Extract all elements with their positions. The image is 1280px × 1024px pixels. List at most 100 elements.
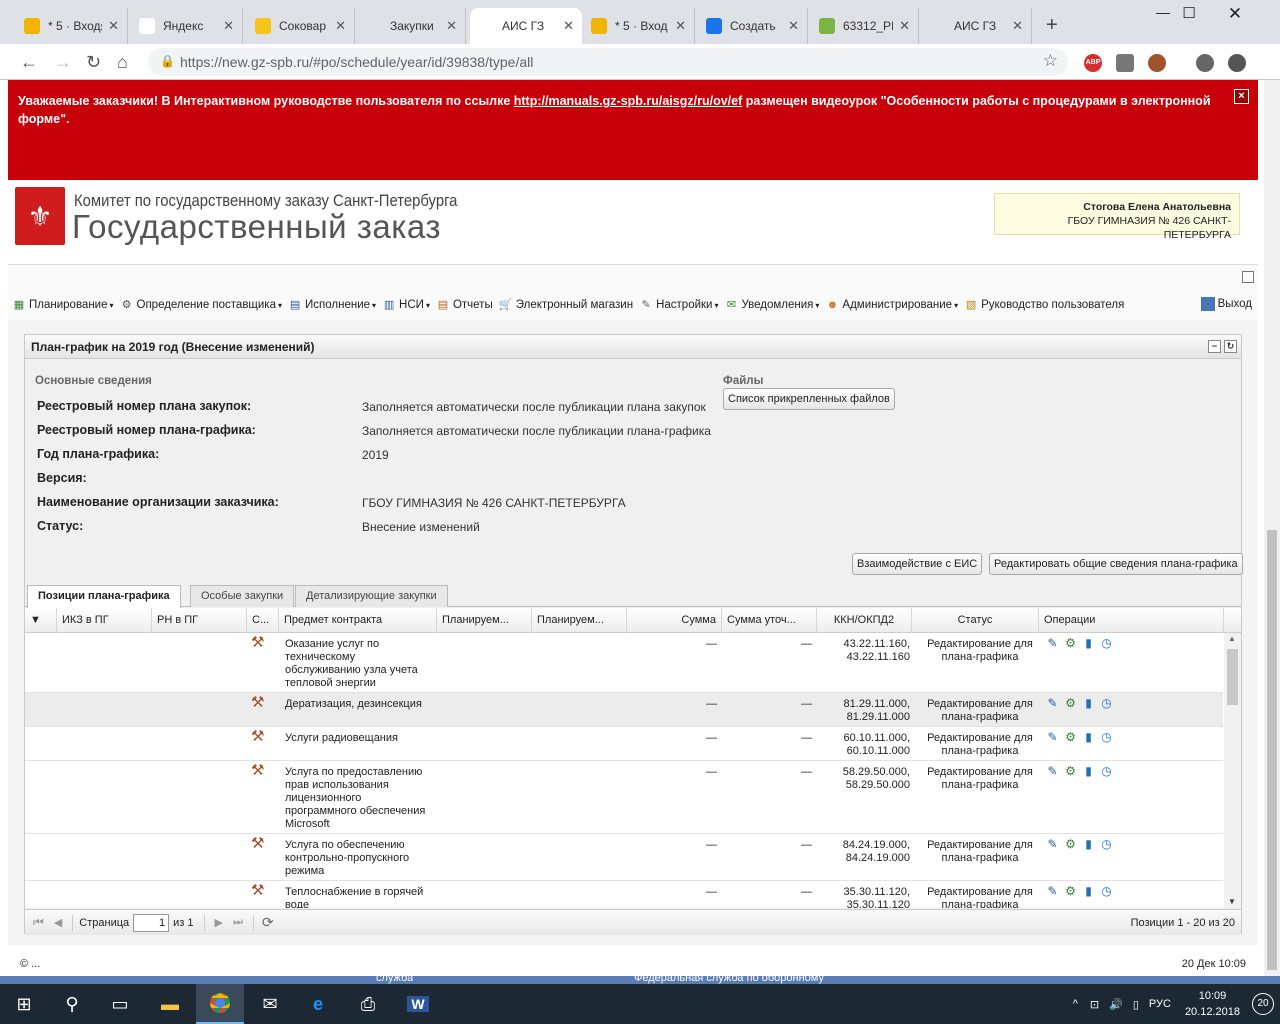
adblock-icon[interactable]: ABP — [1084, 54, 1102, 72]
volume-icon[interactable]: 🔊 — [1109, 998, 1123, 1011]
address-bar[interactable]: 🔒 https://new.gz-spb.ru/#po/schedule/yea… — [148, 48, 1068, 76]
chart-icon[interactable]: ▮ — [1081, 730, 1096, 745]
maximize-button[interactable]: ☐ — [1166, 4, 1212, 22]
edit-pencil-icon[interactable]: ✎ — [1045, 696, 1060, 711]
reload-icon[interactable]: ↻ — [86, 52, 101, 73]
printer-icon[interactable]: ⎙ — [344, 984, 392, 1024]
page-scrollbar[interactable] — [1264, 80, 1280, 984]
edit-pencil-icon[interactable]: ✎ — [1045, 884, 1060, 899]
edit-pencil-icon[interactable]: ✎ — [1045, 636, 1060, 651]
close-tab-icon[interactable]: ✕ — [788, 18, 799, 34]
chart-icon[interactable]: ▮ — [1081, 696, 1096, 711]
column-header[interactable]: Планируем... — [437, 608, 532, 633]
table-row[interactable]: ⚒ Дератизация, дезинсекция — — 81.29.11.000,… — [25, 693, 1223, 727]
table-row[interactable]: ⚒ Оказание услуг по техническому обслужив… — [25, 633, 1223, 693]
column-header[interactable]: Планируем... — [532, 608, 627, 633]
filter-icon[interactable]: ▼ — [25, 608, 57, 633]
browser-tab[interactable]: 63312_РІ ✕ — [811, 8, 919, 44]
network-icon[interactable]: ⊡ — [1090, 998, 1099, 1011]
column-header[interactable]: ККН/ОКПД2 — [817, 608, 912, 633]
chart-icon[interactable]: ▮ — [1081, 636, 1096, 651]
panel-collapse-icon[interactable]: − — [1208, 340, 1221, 353]
close-tab-icon[interactable]: ✕ — [446, 18, 457, 34]
browser-tab[interactable]: * 5 · Входя ✕ — [16, 8, 128, 44]
close-tab-icon[interactable]: ✕ — [1012, 18, 1023, 34]
close-tab-icon[interactable]: ✕ — [899, 18, 910, 34]
home-icon[interactable]: ⌂ — [117, 52, 128, 73]
bookmark-star-icon[interactable]: ☆ — [1043, 51, 1058, 71]
browser-tab[interactable]: АИС ГЗ ✕ — [922, 8, 1032, 44]
column-header[interactable]: Операции — [1039, 608, 1224, 633]
exit-button[interactable]: Выход — [1200, 297, 1252, 311]
column-header[interactable]: РН в ПГ — [152, 608, 247, 633]
file-explorer-icon[interactable]: ▬ — [146, 984, 194, 1024]
clock[interactable]: 10:09 20.12.2018 — [1185, 988, 1240, 1020]
forward-icon[interactable]: → — [54, 52, 72, 73]
task-view-icon[interactable]: ▭ — [96, 984, 144, 1024]
settings-gear-icon[interactable]: ⚙ — [1063, 696, 1078, 711]
settings-gear-icon[interactable]: ⚙ — [1063, 764, 1078, 779]
menu-item[interactable]: ▤ Отчеты — [436, 298, 493, 312]
refresh-icon[interactable]: ⟳ — [262, 914, 274, 931]
edit-pencil-icon[interactable]: ✎ — [1045, 764, 1060, 779]
edit-general-info-button[interactable]: Редактировать общие сведения плана-графи… — [989, 553, 1243, 575]
files-list-button[interactable]: Список прикрепленных файлов — [723, 388, 895, 410]
tab-special-purchases[interactable]: Особые закупки — [190, 585, 295, 607]
menu-item[interactable]: ▤ Исполнение ▾ — [288, 298, 376, 312]
table-row[interactable]: ⚒ Услуга по предоставлению прав использов… — [25, 761, 1223, 834]
close-window-button[interactable]: ✕ — [1212, 4, 1258, 24]
column-header[interactable]: ИКЗ в ПГ — [57, 608, 152, 633]
menu-item[interactable]: ⚙ Определение поставщика ▾ — [120, 298, 282, 312]
prev-page-icon[interactable]: ◀ — [54, 916, 62, 929]
edit-pencil-icon[interactable]: ✎ — [1045, 837, 1060, 852]
mail-icon[interactable]: ✉ — [246, 984, 294, 1024]
browser-tab[interactable]: Яндекс ✕ — [131, 8, 243, 44]
menu-item[interactable]: ✎ Настройки ▾ — [639, 298, 718, 312]
account-icon[interactable] — [1196, 54, 1214, 72]
power-icon[interactable]: ▯ — [1133, 998, 1139, 1011]
history-icon[interactable]: ◷ — [1099, 696, 1114, 711]
edit-pencil-icon[interactable]: ✎ — [1045, 730, 1060, 745]
grid-scrollbar[interactable]: ▲ ▼ — [1224, 633, 1241, 908]
manual-link[interactable]: http://manuals.gz-spb.ru/aisgz/ru/ov/ef — [514, 94, 743, 108]
extension-icon[interactable] — [1116, 54, 1134, 72]
column-header[interactable]: Предмет контракта — [279, 608, 437, 633]
browser-tab[interactable]: Закупки ✕ — [358, 8, 466, 44]
browser-tab[interactable]: * 5 · Вход ✕ — [583, 8, 695, 44]
close-tab-icon[interactable]: ✕ — [108, 18, 119, 34]
column-header[interactable]: С... — [247, 608, 279, 633]
browser-tab[interactable]: Соковар ✕ — [247, 8, 355, 44]
tray-chevron-icon[interactable]: ^ — [1073, 998, 1078, 1010]
menu-item[interactable]: ✉ Уведомления ▾ — [724, 298, 820, 312]
menu-item[interactable]: ▧ Руководство пользователя — [964, 298, 1124, 312]
word-icon[interactable]: W — [394, 984, 442, 1024]
chart-icon[interactable]: ▮ — [1081, 764, 1096, 779]
menu-item[interactable]: 🛒 Электронный магазин — [499, 298, 633, 312]
chart-icon[interactable]: ▮ — [1081, 837, 1096, 852]
menu-item[interactable]: ▥ НСИ ▾ — [382, 298, 430, 312]
collapse-header-button[interactable] — [1242, 271, 1254, 283]
update-icon[interactable] — [1228, 54, 1246, 72]
history-icon[interactable]: ◷ — [1099, 730, 1114, 745]
tab-detailed-purchases[interactable]: Детализирующие закупки — [295, 585, 448, 607]
chrome-icon[interactable] — [196, 984, 244, 1024]
ie-icon[interactable]: e — [294, 984, 342, 1024]
history-icon[interactable]: ◷ — [1099, 636, 1114, 651]
menu-item[interactable]: ▦ Планирование ▾ — [12, 298, 114, 312]
history-icon[interactable]: ◷ — [1099, 884, 1114, 899]
panel-refresh-icon[interactable]: ↻ — [1224, 340, 1237, 353]
windows-start-icon[interactable]: ⊞ — [0, 984, 48, 1024]
column-header[interactable]: Сумма — [627, 608, 722, 633]
close-tab-icon[interactable]: ✕ — [335, 18, 346, 34]
table-row[interactable]: ⚒ Услуги радиовещания — — 60.10.11.000, 60.1… — [25, 727, 1223, 761]
language-indicator[interactable]: РУС — [1149, 998, 1171, 1010]
eis-interaction-button[interactable]: Взаимодействие с ЕИС — [852, 553, 983, 575]
search-icon[interactable]: ⚲ — [48, 984, 96, 1024]
table-row[interactable]: ⚒ Услуга по обеспечению контрольно-пропус… — [25, 834, 1223, 881]
close-tab-icon[interactable]: ✕ — [223, 18, 234, 34]
page-input[interactable]: 1 — [133, 913, 170, 932]
settings-gear-icon[interactable]: ⚙ — [1063, 730, 1078, 745]
menu-item[interactable]: ☻ Администрирование ▾ — [825, 298, 958, 312]
chart-icon[interactable]: ▮ — [1081, 884, 1096, 899]
last-page-icon[interactable]: ⏭ — [233, 916, 243, 929]
